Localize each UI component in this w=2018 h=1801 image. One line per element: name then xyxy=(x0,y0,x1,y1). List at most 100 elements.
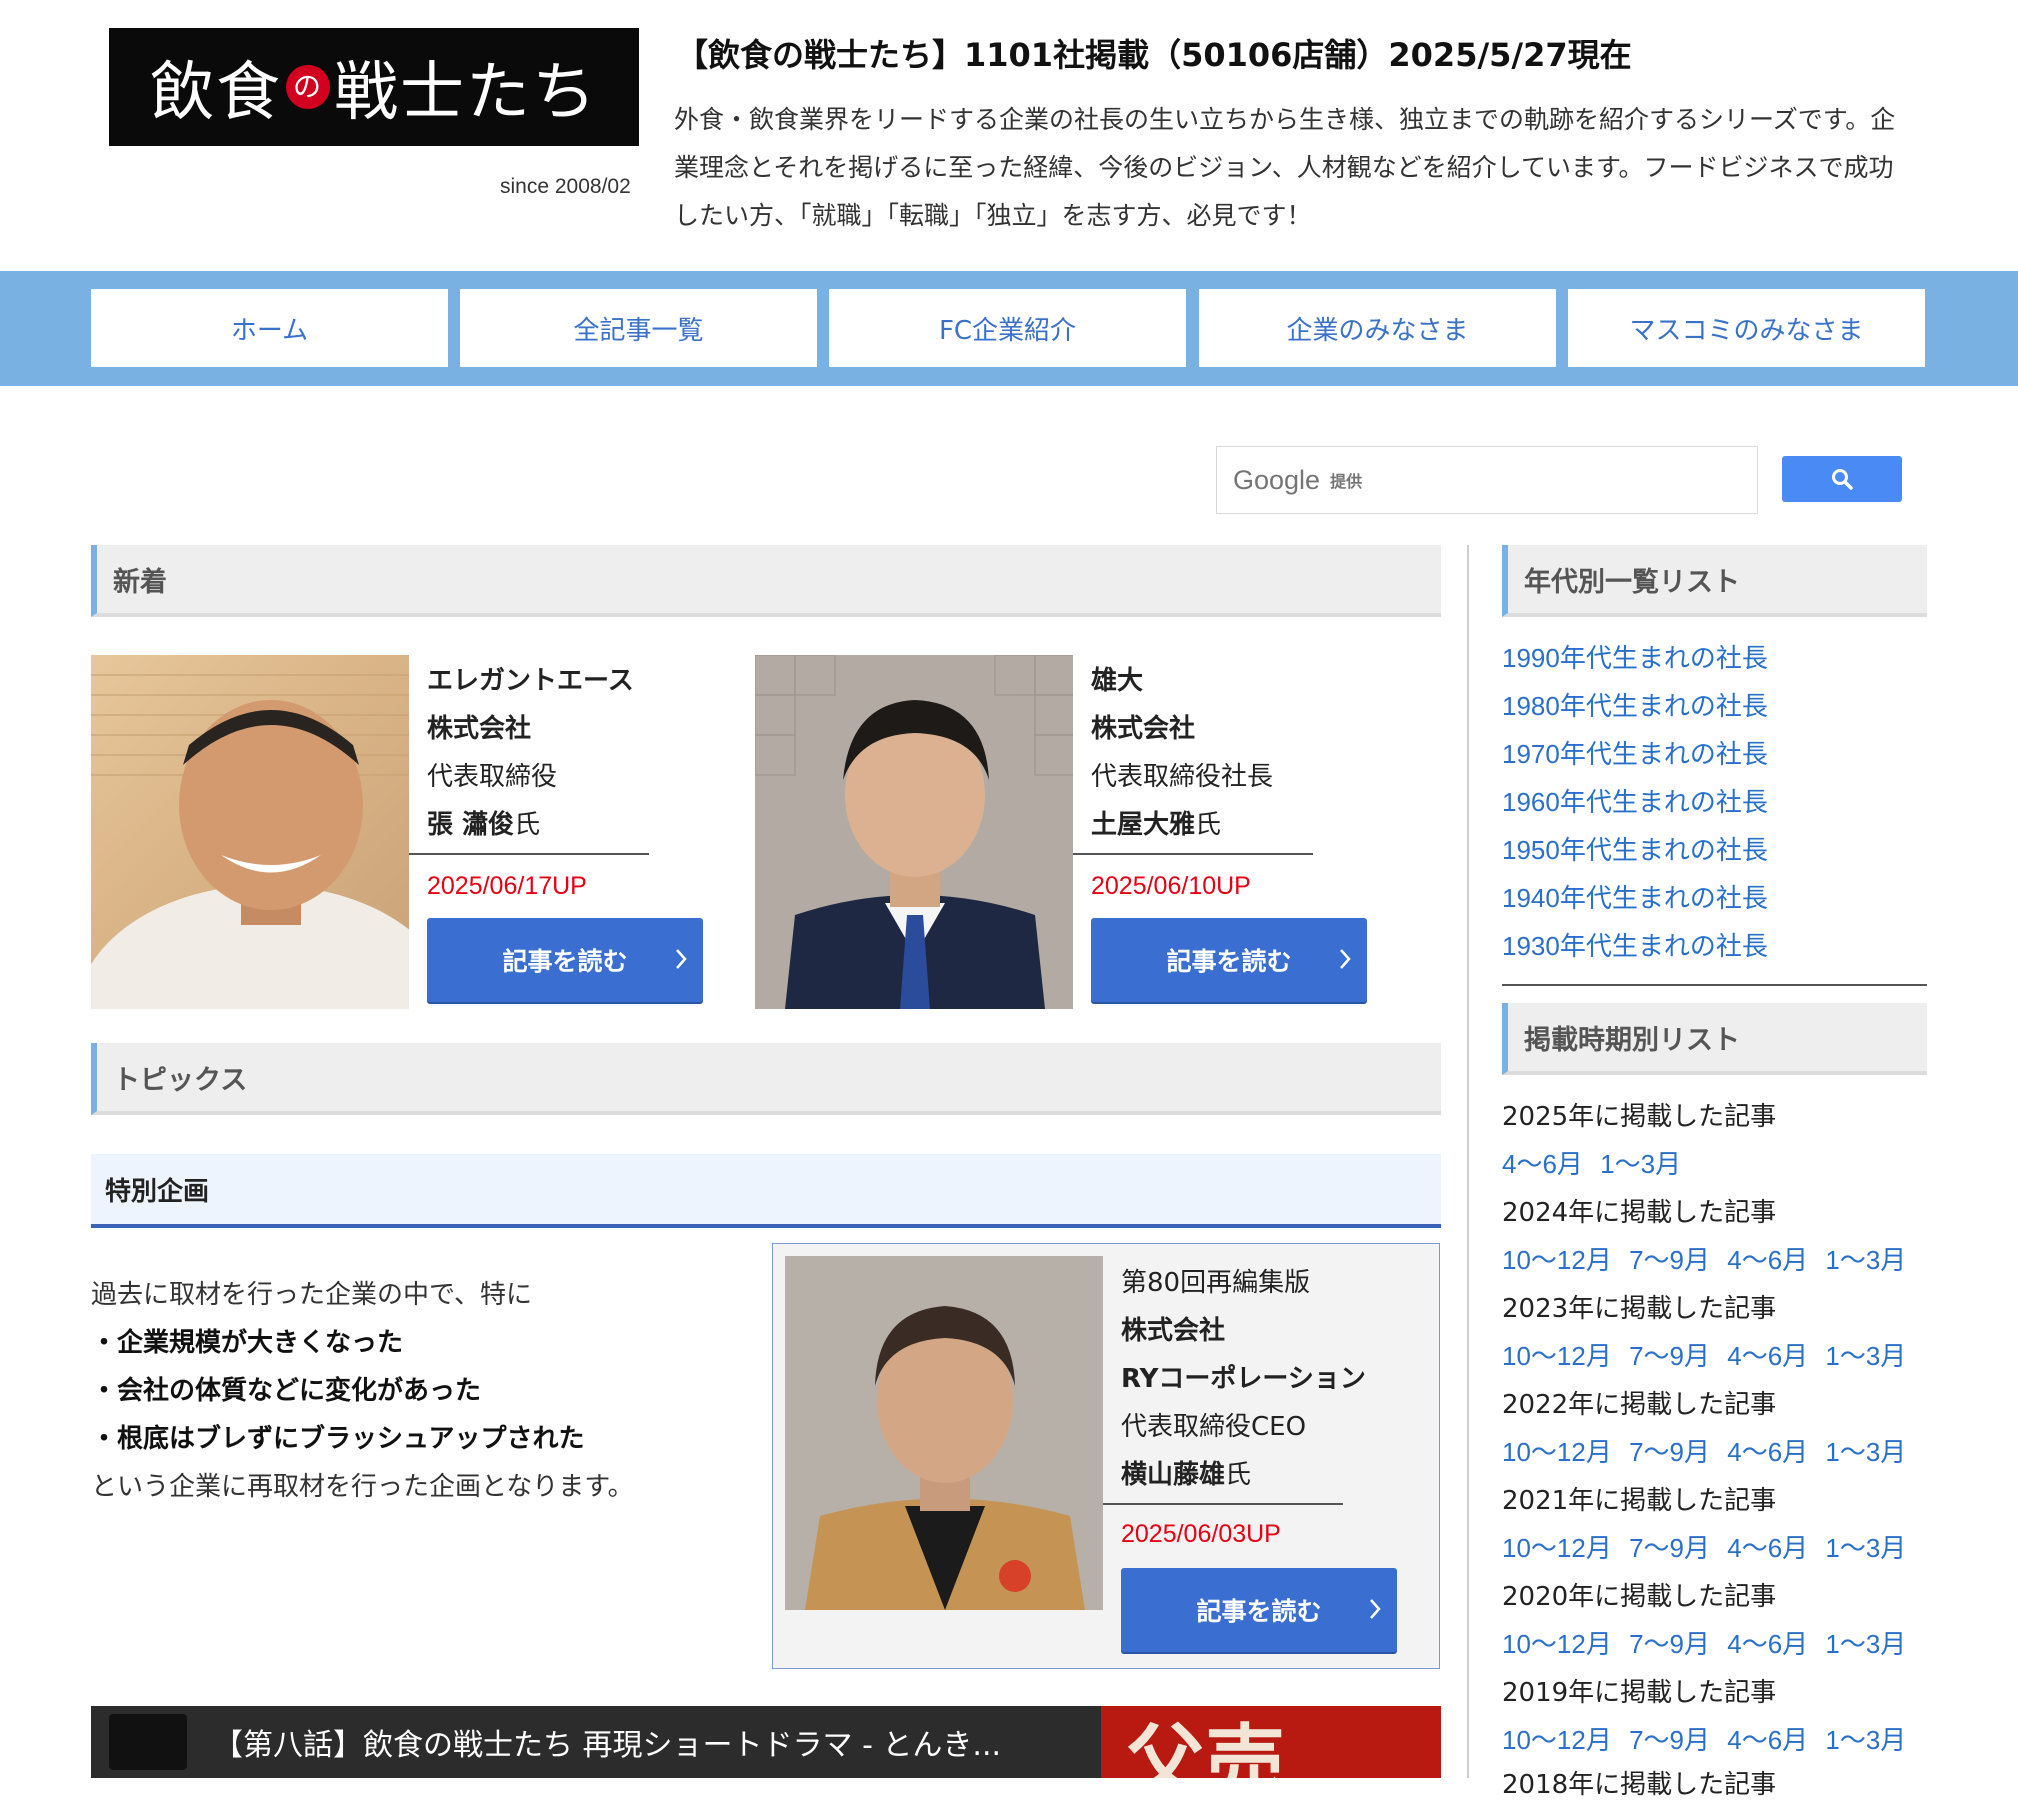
decade-link-1930[interactable]: 1930年代生まれの社長 xyxy=(1502,926,1768,963)
q-2024-jul-sep[interactable]: 7〜9月 xyxy=(1629,1245,1710,1275)
search-icon xyxy=(1832,469,1853,490)
q-2021-apr-jun[interactable]: 4〜6月 xyxy=(1727,1533,1808,1563)
card-2-photo[interactable] xyxy=(755,655,1073,1009)
card-2-read-label: 記事を読む xyxy=(1166,947,1292,976)
nav-for-companies[interactable]: 企業のみなさま xyxy=(1199,289,1556,367)
q-2020-oct-dec[interactable]: 10〜12月 xyxy=(1502,1629,1612,1659)
special-photo[interactable] xyxy=(785,1256,1103,1610)
q-2020-jan-mar[interactable]: 1〜3月 xyxy=(1825,1629,1906,1659)
year-2025-quarters: 4〜6月 1〜3月 xyxy=(1502,1144,1681,1181)
decade-link-1980[interactable]: 1980年代生まれの社長 xyxy=(1502,686,1768,723)
card-1-read-button[interactable]: 記事を読む xyxy=(427,918,703,1002)
card-2-divider xyxy=(1073,853,1313,855)
q-2021-jan-mar[interactable]: 1〜3月 xyxy=(1825,1533,1906,1563)
special-read-button[interactable]: 記事を読む xyxy=(1121,1568,1397,1652)
q-2024-jan-mar[interactable]: 1〜3月 xyxy=(1825,1245,1906,1275)
q-2022-jul-sep[interactable]: 7〜9月 xyxy=(1629,1437,1710,1467)
chevron-right-icon xyxy=(1340,949,1351,969)
video-channel-logo xyxy=(109,1714,187,1770)
period-list-heading: 掲載時期別リスト xyxy=(1502,1003,1927,1075)
logo-wordmark: 飲 食 の 戦士たち xyxy=(150,41,598,133)
special-date: 2025/06/03UP xyxy=(1121,1520,1281,1548)
card-2-suffix: 氏 xyxy=(1195,810,1222,840)
q-2025-jan-mar[interactable]: 1〜3月 xyxy=(1600,1149,1681,1179)
site-description: 外食・飲食業界をリードする企業の社長の生い立ちから生き様、独立までの軌跡を紹介す… xyxy=(674,105,1896,230)
card-2-date: 2025/06/10UP xyxy=(1091,872,1251,900)
video-embed[interactable]: 【第八話】飲食の戦士たち 再現ショートドラマ - とんき... 父売 xyxy=(91,1706,1441,1778)
decade-link-1970[interactable]: 1970年代生まれの社長 xyxy=(1502,734,1768,771)
decade-link-1940[interactable]: 1940年代生まれの社長 xyxy=(1502,878,1768,915)
q-2019-apr-jun[interactable]: 4〜6月 xyxy=(1727,1725,1808,1755)
q-2022-oct-dec[interactable]: 10〜12月 xyxy=(1502,1437,1612,1467)
q-2025-apr-jun[interactable]: 4〜6月 xyxy=(1502,1149,1583,1179)
q-2020-apr-jun[interactable]: 4〜6月 xyxy=(1727,1629,1808,1659)
q-2022-jan-mar[interactable]: 1〜3月 xyxy=(1825,1437,1906,1467)
q-2021-oct-dec[interactable]: 10〜12月 xyxy=(1502,1533,1612,1563)
year-2020-quarters: 10〜12月 7〜9月 4〜6月 1〜3月 xyxy=(1502,1624,1906,1661)
year-2023-quarters: 10〜12月 7〜9月 4〜6月 1〜3月 xyxy=(1502,1336,1906,1373)
year-2021-quarters: 10〜12月 7〜9月 4〜6月 1〜3月 xyxy=(1502,1528,1906,1565)
special-read-label: 記事を読む xyxy=(1196,1597,1322,1626)
special-divider xyxy=(1103,1503,1343,1505)
nav-all-articles[interactable]: 全記事一覧 xyxy=(460,289,817,367)
special-company-line1: 株式会社 xyxy=(1121,1316,1226,1346)
q-2024-apr-jun[interactable]: 4〜6月 xyxy=(1727,1245,1808,1275)
card-1-person: 張 瀟俊氏 xyxy=(427,804,540,841)
decade-link-1960[interactable]: 1960年代生まれの社長 xyxy=(1502,782,1768,819)
year-2024-label: 2024年に掲載した記事 xyxy=(1502,1198,1777,1228)
year-2024-quarters: 10〜12月 7〜9月 4〜6月 1〜3月 xyxy=(1502,1240,1906,1277)
decade-list-heading: 年代別一覧リスト xyxy=(1502,545,1927,617)
q-2019-jan-mar[interactable]: 1〜3月 xyxy=(1825,1725,1906,1755)
card-1-company-line2: 株式会社 xyxy=(427,714,532,744)
special-name: 横山藤雄 xyxy=(1121,1460,1226,1490)
video-banner-text: 父売 xyxy=(1125,1715,1285,1778)
google-offer-label: 提供 xyxy=(1330,472,1363,491)
nav-home[interactable]: ホーム xyxy=(91,289,448,367)
sidebar-rule xyxy=(1502,984,1927,986)
logo-char-2: 食 xyxy=(216,56,282,130)
video-title[interactable]: 【第八話】飲食の戦士たち 再現ショートドラマ - とんき... xyxy=(213,1720,1001,1764)
q-2021-jul-sep[interactable]: 7〜9月 xyxy=(1629,1533,1710,1563)
year-2021-label: 2021年に掲載した記事 xyxy=(1502,1486,1777,1516)
portrait-3-icon xyxy=(805,1306,1085,1610)
card-1-read-label: 記事を読む xyxy=(502,947,628,976)
card-1-company-line1: エレガントエース xyxy=(427,666,634,696)
year-2020-label: 2020年に掲載した記事 xyxy=(1502,1582,1777,1612)
video-thumbnail-banner: 父売 xyxy=(1101,1706,1441,1778)
card-1-photo[interactable] xyxy=(91,655,409,1009)
q-2019-jul-sep[interactable]: 7〜9月 xyxy=(1629,1725,1710,1755)
card-1-name: 張 瀟俊 xyxy=(427,810,515,840)
card-2-read-button[interactable]: 記事を読む xyxy=(1091,918,1367,1002)
card-2-person: 土屋大雅氏 xyxy=(1091,804,1221,841)
nav-fc-companies[interactable]: FC企業紹介 xyxy=(829,289,1186,367)
main-nav: ホーム 全記事一覧 FC企業紹介 企業のみなさま マスコミのみなさま xyxy=(0,271,2018,386)
q-2023-apr-jun[interactable]: 4〜6月 xyxy=(1727,1341,1808,1371)
topics-heading: トピックス xyxy=(91,1043,1441,1115)
q-2022-apr-jun[interactable]: 4〜6月 xyxy=(1727,1437,1808,1467)
search-button[interactable] xyxy=(1782,456,1902,502)
q-2019-oct-dec[interactable]: 10〜12月 xyxy=(1502,1725,1612,1755)
year-2022-label: 2022年に掲載した記事 xyxy=(1502,1390,1777,1420)
sidebar-divider xyxy=(1467,545,1469,1778)
decade-link-1990[interactable]: 1990年代生まれの社長 xyxy=(1502,638,1768,675)
special-outro: という企業に再取材を行った企画となります。 xyxy=(91,1472,634,1502)
decade-link-1950[interactable]: 1950年代生まれの社長 xyxy=(1502,830,1768,867)
site-logo[interactable]: 飲 食 の 戦士たち xyxy=(109,28,639,146)
card-2-company-line2: 株式会社 xyxy=(1091,714,1196,744)
q-2024-oct-dec[interactable]: 10〜12月 xyxy=(1502,1245,1612,1275)
new-heading: 新着 xyxy=(91,545,1441,617)
q-2023-jan-mar[interactable]: 1〜3月 xyxy=(1825,1341,1906,1371)
nav-for-press[interactable]: マスコミのみなさま xyxy=(1568,289,1925,367)
special-heading: 特別企画 xyxy=(91,1154,1441,1228)
card-1-date: 2025/06/17UP xyxy=(427,872,587,900)
year-2018-label: 2018年に掲載した記事 xyxy=(1502,1770,1777,1800)
q-2020-jul-sep[interactable]: 7〜9月 xyxy=(1629,1629,1710,1659)
q-2023-jul-sep[interactable]: 7〜9月 xyxy=(1629,1341,1710,1371)
search-input[interactable]: Google 提供 xyxy=(1216,446,1758,514)
card-2-company-line1: 雄大 xyxy=(1091,666,1144,696)
year-2019-quarters: 10〜12月 7〜9月 4〜6月 1〜3月 xyxy=(1502,1720,1906,1757)
portrait-1-icon xyxy=(91,674,409,1009)
year-2019-label: 2019年に掲載した記事 xyxy=(1502,1678,1777,1708)
special-article-card: 第80回再編集版 株式会社 RYコーポレーション 代表取締役CEO 横山藤雄氏 … xyxy=(772,1243,1440,1669)
q-2023-oct-dec[interactable]: 10〜12月 xyxy=(1502,1341,1612,1371)
